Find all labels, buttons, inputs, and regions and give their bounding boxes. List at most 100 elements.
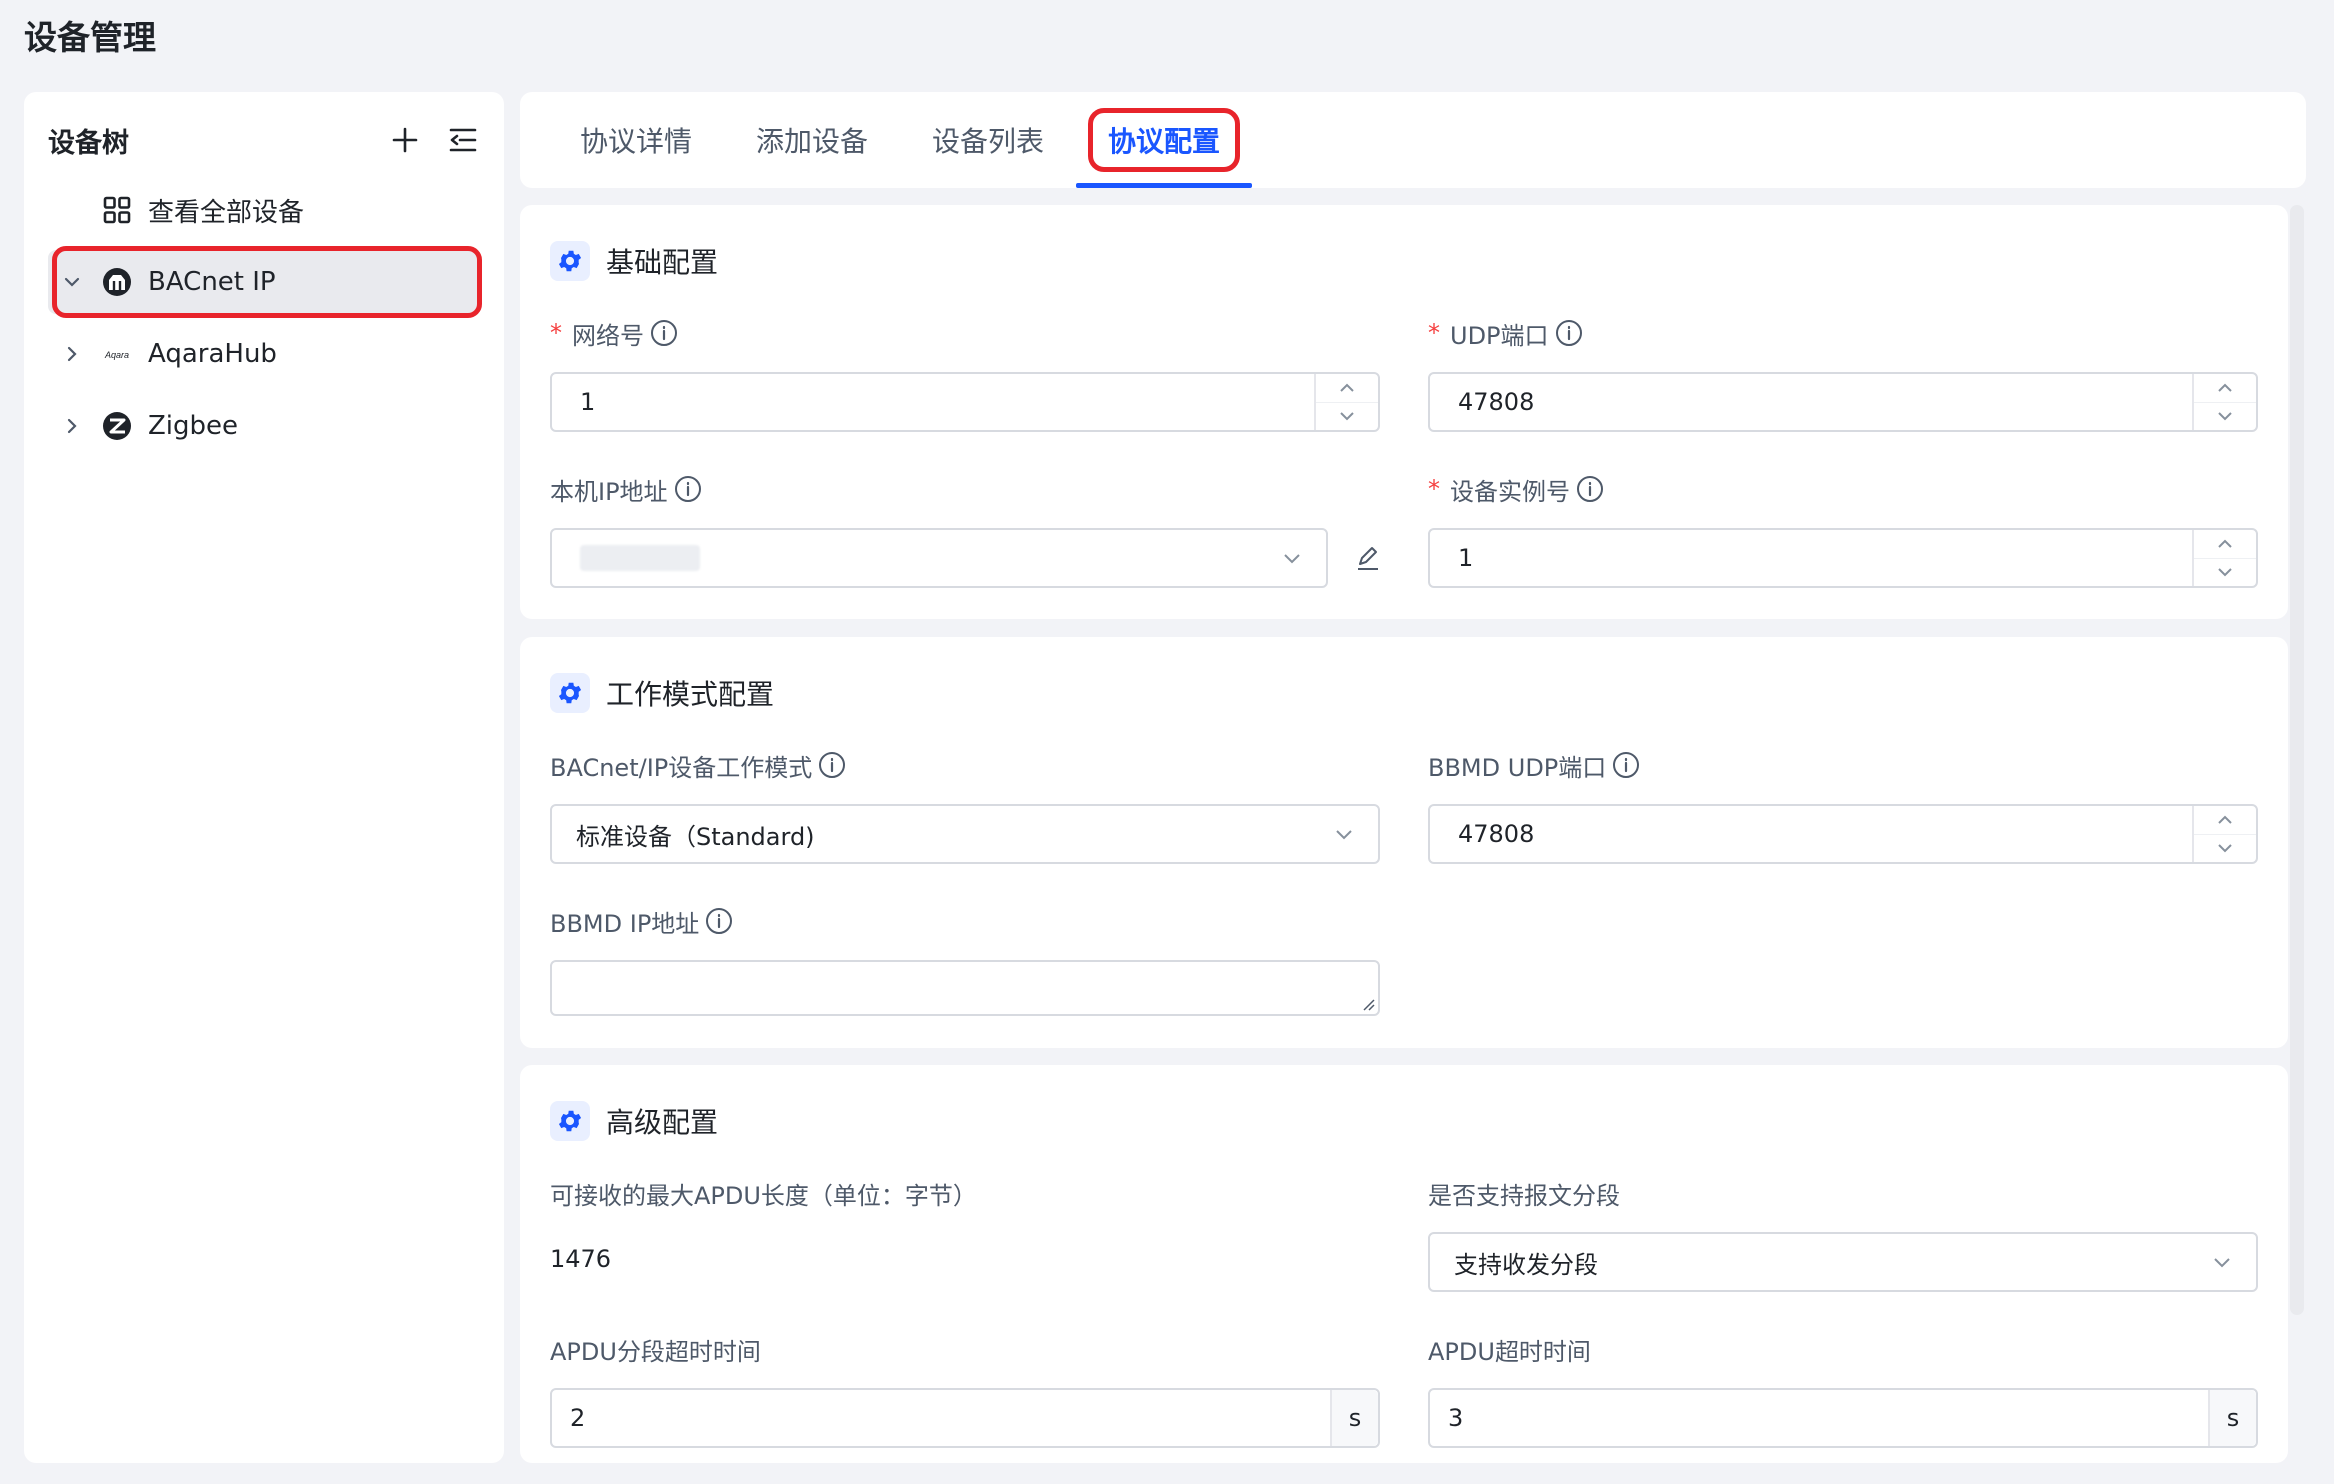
max-apdu-field: 可接收的最大APDU长度（单位：字节） [550,1175,977,1211]
chevron-down-icon[interactable] [1316,403,1378,431]
scrollbar[interactable] [2290,205,2304,1315]
chevron-right-icon[interactable] [54,344,90,364]
resize-handle-icon[interactable] [1360,996,1376,1012]
section-title: 高级配置 [606,1106,719,1139]
chevron-down-icon[interactable] [2194,403,2256,431]
number-stepper[interactable] [1314,374,1378,430]
device-tree-title: 设备树 [48,127,129,159]
tree-item-label: Zigbee [148,411,239,441]
work-mode-card: 工作模式配置 BACnet/IP设备工作模式 标准设备（Standard) BB… [520,637,2288,1048]
device-tree: 查看全部设备 BACnet IP Aqara AqaraHub Zigbee [48,178,482,466]
apdu-timeout-input[interactable]: 3 s [1428,1388,2258,1448]
network-number-input[interactable]: 1 [550,372,1380,432]
bbmd-udp-port-field: BBMD UDP端口 [1428,747,1640,783]
tree-item-aqarahub[interactable]: Aqara AqaraHub [48,322,480,386]
chevron-up-icon[interactable] [2194,530,2256,559]
udp-port-label: UDP端口 [1450,321,1549,350]
udp-port-field: * UDP端口 [1428,315,1583,351]
unit-suffix: s [1330,1390,1378,1446]
apdu-timeout-field: APDU超时时间 [1428,1331,1591,1367]
local-ip-field: 本机IP地址 [550,471,702,507]
work-mode-label: BACnet/IP设备工作模式 [550,753,813,782]
chevron-up-icon[interactable] [1316,374,1378,403]
tab-device-list[interactable]: 设备列表 [900,92,1076,188]
segmentation-field: 是否支持报文分段 [1428,1175,1620,1211]
local-ip-value [580,545,700,571]
info-icon[interactable] [1576,475,1604,503]
collapse-menu-icon[interactable] [446,123,480,157]
chevron-down-icon [2214,1258,2230,1268]
segmentation-select[interactable]: 支持收发分段 [1428,1232,2258,1292]
tree-item-label: AqaraHub [148,339,277,369]
max-apdu-label: 可接收的最大APDU长度（单位：字节） [550,1181,977,1210]
udp-port-value: 47808 [1458,388,1535,416]
chevron-down-icon[interactable] [2194,835,2256,863]
edit-pencil-icon[interactable] [1354,544,1382,572]
gear-icon [550,673,590,713]
info-icon[interactable] [1612,751,1640,779]
advanced-config-card: 高级配置 可接收的最大APDU长度（单位：字节） 1476 是否支持报文分段 支… [520,1065,2288,1463]
device-instance-value: 1 [1458,544,1474,572]
page-title: 设备管理 [24,18,156,57]
gear-icon [550,1101,590,1141]
segmentation-label: 是否支持报文分段 [1428,1181,1620,1210]
aqara-logo-icon: Aqara [100,337,134,371]
network-number-field: * 网络号 [550,315,678,351]
tree-item-bacnet-ip[interactable]: BACnet IP [48,246,482,318]
grid-icon [100,193,134,227]
local-ip-label: 本机IP地址 [550,477,668,506]
number-stepper[interactable] [2192,806,2256,862]
network-number-label: 网络号 [572,321,644,350]
bbmd-udp-port-label: BBMD UDP端口 [1428,753,1607,782]
bbmd-ip-label: BBMD IP地址 [550,909,700,938]
device-instance-input[interactable]: 1 [1428,528,2258,588]
bbmd-ip-textarea[interactable] [550,960,1380,1016]
unit-suffix: s [2208,1390,2256,1446]
chevron-up-icon[interactable] [2194,806,2256,835]
device-instance-field: * 设备实例号 [1428,471,1604,507]
info-icon[interactable] [674,475,702,503]
local-ip-select[interactable] [550,528,1328,588]
section-title: 基础配置 [606,246,719,279]
chevron-down-icon [1284,554,1300,564]
add-icon[interactable] [388,123,422,157]
chevron-down-icon[interactable] [54,272,90,292]
info-icon[interactable] [650,319,678,347]
tab-protocol-details[interactable]: 协议详情 [580,92,724,188]
max-apdu-value: 1476 [550,1245,612,1273]
apdu-seg-timeout-label: APDU分段超时时间 [550,1337,761,1366]
chevron-up-icon[interactable] [2194,374,2256,403]
number-stepper[interactable] [2192,530,2256,586]
info-icon[interactable] [705,907,733,935]
chevron-down-icon [1336,830,1352,840]
chevron-down-icon[interactable] [2194,559,2256,587]
work-mode-field: BACnet/IP设备工作模式 [550,747,846,783]
tree-item-all-devices[interactable]: 查看全部设备 [48,178,480,242]
apdu-timeout-label: APDU超时时间 [1428,1337,1591,1366]
tab-bar: 协议详情 添加设备 设备列表 协议配置 [520,92,2306,188]
bbmd-udp-port-input[interactable]: 47808 [1428,804,2258,864]
info-icon[interactable] [1555,319,1583,347]
bbmd-udp-port-value: 47808 [1458,820,1535,848]
tab-protocol-config[interactable]: 协议配置 [1076,92,1253,188]
bacnet-icon [100,265,134,299]
tab-add-device[interactable]: 添加设备 [724,92,900,188]
gear-icon [550,241,590,281]
work-mode-select[interactable]: 标准设备（Standard) [550,804,1380,864]
info-icon[interactable] [818,751,846,779]
required-mark: * [1428,319,1440,347]
device-tree-panel: 设备树 查看全部设备 BACnet IP Aqara AqaraHub Zigb… [24,92,504,1463]
required-mark: * [550,319,562,347]
tree-item-label: 查看全部设备 [148,197,305,228]
number-stepper[interactable] [2192,374,2256,430]
tree-item-zigbee[interactable]: Zigbee [48,394,480,458]
apdu-seg-timeout-input[interactable]: 2 s [550,1388,1380,1448]
zigbee-icon [100,409,134,443]
chevron-right-icon[interactable] [54,416,90,436]
network-number-value: 1 [580,388,596,416]
udp-port-input[interactable]: 47808 [1428,372,2258,432]
apdu-seg-timeout-field: APDU分段超时时间 [550,1331,761,1367]
device-tree-header: 设备树 [48,112,480,168]
tree-item-label: BACnet IP [148,267,276,297]
apdu-timeout-value: 3 [1448,1404,1464,1432]
